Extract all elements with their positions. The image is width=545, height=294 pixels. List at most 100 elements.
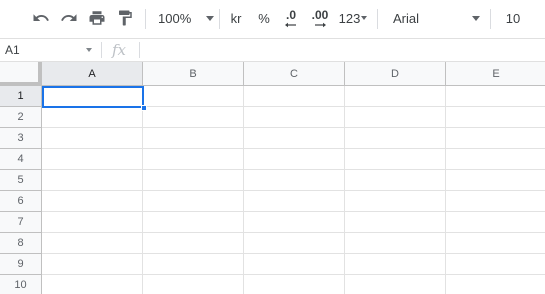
zoom-value: 100% (158, 10, 192, 26)
row-header-3[interactable]: 3 (0, 128, 42, 149)
cell-d2[interactable] (345, 107, 446, 128)
row-header-2[interactable]: 2 (0, 107, 42, 128)
cell-d6[interactable] (345, 191, 446, 212)
cell-d3[interactable] (345, 128, 446, 149)
cell-c4[interactable] (244, 149, 345, 170)
cell-e3[interactable] (446, 128, 545, 149)
cell-c9[interactable] (244, 254, 345, 275)
cell-c10[interactable] (244, 275, 345, 294)
cell-e9[interactable] (446, 254, 545, 275)
row-header-6[interactable]: 6 (0, 191, 42, 212)
column-header-d[interactable]: D (345, 62, 446, 86)
percent-label: % (258, 10, 270, 26)
cell-e10[interactable] (446, 275, 545, 294)
cell-b4[interactable] (143, 149, 244, 170)
toolbar-separator (377, 9, 378, 29)
cell-c2[interactable] (244, 107, 345, 128)
formula-bar: A1 fx (0, 38, 545, 62)
cell-a9[interactable] (42, 254, 143, 275)
formula-separator (101, 42, 102, 58)
cell-d8[interactable] (345, 233, 446, 254)
cell-e2[interactable] (446, 107, 545, 128)
cell-e4[interactable] (446, 149, 545, 170)
cell-a7[interactable] (42, 212, 143, 233)
row-header-9[interactable]: 9 (0, 254, 42, 275)
undo-button[interactable] (30, 6, 52, 30)
toolbar-separator (145, 9, 146, 29)
cell-a1[interactable] (42, 86, 143, 107)
cell-c7[interactable] (244, 212, 345, 233)
cell-d5[interactable] (345, 170, 446, 191)
fill-handle[interactable] (141, 105, 147, 111)
cell-a3[interactable] (42, 128, 143, 149)
formula-input[interactable] (144, 41, 543, 61)
increase-decimal-button[interactable]: .00 (307, 6, 333, 30)
redo-icon (60, 9, 78, 27)
cell-b8[interactable] (143, 233, 244, 254)
font-select[interactable]: Arial (386, 6, 484, 30)
decrease-decimal-button[interactable]: .0 (280, 6, 302, 30)
row-header-5[interactable]: 5 (0, 170, 42, 191)
cell-c5[interactable] (244, 170, 345, 191)
font-size-select[interactable]: 10 (498, 6, 528, 30)
cell-d10[interactable] (345, 275, 446, 294)
cell-e8[interactable] (446, 233, 545, 254)
cell-a2[interactable] (42, 107, 143, 128)
font-value: Arial (393, 10, 420, 26)
chevron-down-icon (472, 16, 480, 21)
row-header-10[interactable]: 10 (0, 275, 42, 294)
name-box[interactable]: A1 (0, 39, 98, 61)
currency-label: kr (230, 10, 242, 26)
arrow-right-icon (313, 22, 327, 28)
percent-format-button[interactable]: % (254, 6, 274, 30)
cell-a5[interactable] (42, 170, 143, 191)
cell-e5[interactable] (446, 170, 545, 191)
cell-a6[interactable] (42, 191, 143, 212)
cell-e1[interactable] (446, 86, 545, 107)
cell-b3[interactable] (143, 128, 244, 149)
paint-format-button[interactable] (114, 6, 136, 30)
chevron-down-icon[interactable] (86, 48, 92, 52)
cell-b1[interactable] (143, 86, 244, 107)
row-header-7[interactable]: 7 (0, 212, 42, 233)
zoom-select[interactable]: 100% (153, 6, 215, 30)
cell-e7[interactable] (446, 212, 545, 233)
cell-b2[interactable] (143, 107, 244, 128)
cell-b10[interactable] (143, 275, 244, 294)
cell-c1[interactable] (244, 86, 345, 107)
more-formats-button[interactable]: 123 (336, 6, 370, 30)
cell-c8[interactable] (244, 233, 345, 254)
select-all-corner[interactable] (0, 62, 42, 86)
cell-a10[interactable] (42, 275, 143, 294)
cell-d4[interactable] (345, 149, 446, 170)
cell-a8[interactable] (42, 233, 143, 254)
chevron-down-icon (206, 15, 215, 21)
row-header-1[interactable]: 1 (0, 86, 42, 107)
spreadsheet-grid: A B C D E 1 2 3 4 5 6 7 8 9 10 (0, 62, 545, 294)
cell-d9[interactable] (345, 254, 446, 275)
print-button[interactable] (86, 6, 108, 30)
print-icon (88, 9, 106, 27)
increase-decimal-label: .00 (311, 7, 329, 22)
column-header-e[interactable]: E (446, 62, 545, 86)
cell-b6[interactable] (143, 191, 244, 212)
redo-button[interactable] (58, 6, 80, 30)
more-formats-label: 123 (338, 10, 361, 26)
column-header-a[interactable]: A (42, 62, 143, 86)
currency-format-button[interactable]: kr (226, 6, 246, 30)
paint-format-icon (116, 9, 134, 27)
cell-c6[interactable] (244, 191, 345, 212)
column-header-b[interactable]: B (143, 62, 244, 86)
cell-b7[interactable] (143, 212, 244, 233)
row-header-8[interactable]: 8 (0, 233, 42, 254)
cell-d1[interactable] (345, 86, 446, 107)
toolbar: 100% kr % .0 .00 123 Arial 10 (0, 0, 545, 38)
row-header-4[interactable]: 4 (0, 149, 42, 170)
cell-a4[interactable] (42, 149, 143, 170)
cell-d7[interactable] (345, 212, 446, 233)
cell-e6[interactable] (446, 191, 545, 212)
cell-b9[interactable] (143, 254, 244, 275)
column-header-c[interactable]: C (244, 62, 345, 86)
cell-c3[interactable] (244, 128, 345, 149)
cell-b5[interactable] (143, 170, 244, 191)
